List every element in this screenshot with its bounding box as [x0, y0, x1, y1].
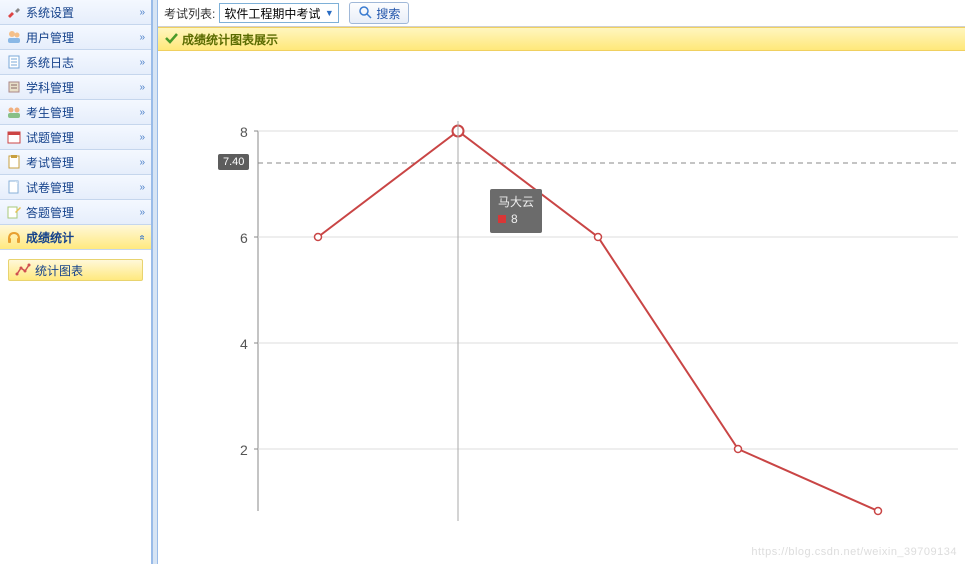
- chevron-down-icon: ▼: [322, 6, 336, 20]
- section-header: 成绩统计图表展示: [158, 27, 965, 51]
- sidebar-item-answer-mgmt[interactable]: 答题管理 »: [0, 200, 151, 225]
- average-badge: 7.40: [218, 154, 249, 170]
- pencil-icon: [6, 204, 22, 220]
- check-icon: [164, 31, 178, 48]
- y-tick-label: 2: [240, 442, 248, 458]
- chevron-down-icon: »: [139, 207, 145, 218]
- sidebar-item-label: 答题管理: [26, 204, 139, 221]
- paper-icon: [6, 179, 22, 195]
- chevron-down-icon: »: [139, 7, 145, 18]
- exam-select-value: 软件工程期中考试: [224, 5, 320, 22]
- search-button[interactable]: 搜索: [349, 2, 409, 24]
- chevron-down-icon: »: [139, 107, 145, 118]
- sidebar-item-label: 成绩统计: [26, 229, 139, 246]
- sidebar-item-question-mgmt[interactable]: 试题管理 »: [0, 125, 151, 150]
- sidebar-item-exam-mgmt[interactable]: 考试管理 »: [0, 150, 151, 175]
- average-value: 7.40: [223, 156, 244, 168]
- sidebar-item-label: 考试管理: [26, 154, 139, 171]
- chevron-down-icon: »: [139, 132, 145, 143]
- chart-area: 8 6 4 2 7.40 马大云 8 https://blog.csdn.net…: [158, 51, 965, 564]
- tooltip-value: 8: [511, 211, 518, 228]
- sidebar-item-system-log[interactable]: 系统日志 »: [0, 50, 151, 75]
- chevron-down-icon: »: [139, 57, 145, 68]
- chevron-down-icon: »: [139, 157, 145, 168]
- sidebar-subitem-stat-chart[interactable]: 统计图表: [8, 259, 143, 281]
- series-marker-icon: [498, 215, 506, 223]
- sidebar-item-score-stats[interactable]: 成绩统计 »: [0, 225, 151, 250]
- y-tick-label: 6: [240, 230, 248, 246]
- chart-icon: [15, 262, 31, 278]
- sidebar-subitem-label: 统计图表: [35, 262, 83, 279]
- log-icon: [6, 54, 22, 70]
- sidebar-item-label: 试卷管理: [26, 179, 139, 196]
- chevron-up-icon: »: [137, 234, 148, 240]
- headphone-icon: [6, 229, 22, 245]
- tooltip-name: 马大云: [498, 194, 534, 211]
- tools-icon: [6, 4, 22, 20]
- sidebar-item-system-settings[interactable]: 系统设置 »: [0, 0, 151, 25]
- book-icon: [6, 79, 22, 95]
- sidebar-item-label: 学科管理: [26, 79, 139, 96]
- clipboard-icon: [6, 154, 22, 170]
- y-tick-label: 4: [240, 336, 248, 352]
- chevron-down-icon: »: [139, 32, 145, 43]
- sidebar-item-label: 系统日志: [26, 54, 139, 71]
- chevron-down-icon: »: [139, 182, 145, 193]
- chart-tooltip: 马大云 8: [490, 189, 542, 233]
- search-button-label: 搜索: [376, 5, 400, 22]
- users-icon: [6, 29, 22, 45]
- y-tick-label: 8: [240, 124, 248, 140]
- line-chart: [158, 51, 963, 563]
- sidebar-subitems: 统计图表: [0, 250, 151, 290]
- sidebar-item-subject-mgmt[interactable]: 学科管理 »: [0, 75, 151, 100]
- sidebar-item-examinee-mgmt[interactable]: 考生管理 »: [0, 100, 151, 125]
- sidebar: 系统设置 » 用户管理 » 系统日志 » 学科管理 » 考生管理 » 试题管理 …: [0, 0, 152, 564]
- exam-list-label: 考试列表:: [164, 5, 215, 22]
- sidebar-item-paper-mgmt[interactable]: 试卷管理 »: [0, 175, 151, 200]
- sidebar-item-user-mgmt[interactable]: 用户管理 »: [0, 25, 151, 50]
- sidebar-item-label: 用户管理: [26, 29, 139, 46]
- search-icon: [358, 5, 372, 22]
- calendar-icon: [6, 129, 22, 145]
- chevron-down-icon: »: [139, 82, 145, 93]
- sidebar-item-label: 考生管理: [26, 104, 139, 121]
- section-title: 成绩统计图表展示: [182, 31, 278, 48]
- people-icon: [6, 104, 22, 120]
- toolbar: 考试列表: 软件工程期中考试 ▼ 搜索: [158, 0, 965, 27]
- sidebar-item-label: 系统设置: [26, 4, 139, 21]
- exam-select[interactable]: 软件工程期中考试 ▼: [219, 3, 339, 23]
- sidebar-item-label: 试题管理: [26, 129, 139, 146]
- main-area: 考试列表: 软件工程期中考试 ▼ 搜索 成绩统计图表展示: [158, 0, 965, 564]
